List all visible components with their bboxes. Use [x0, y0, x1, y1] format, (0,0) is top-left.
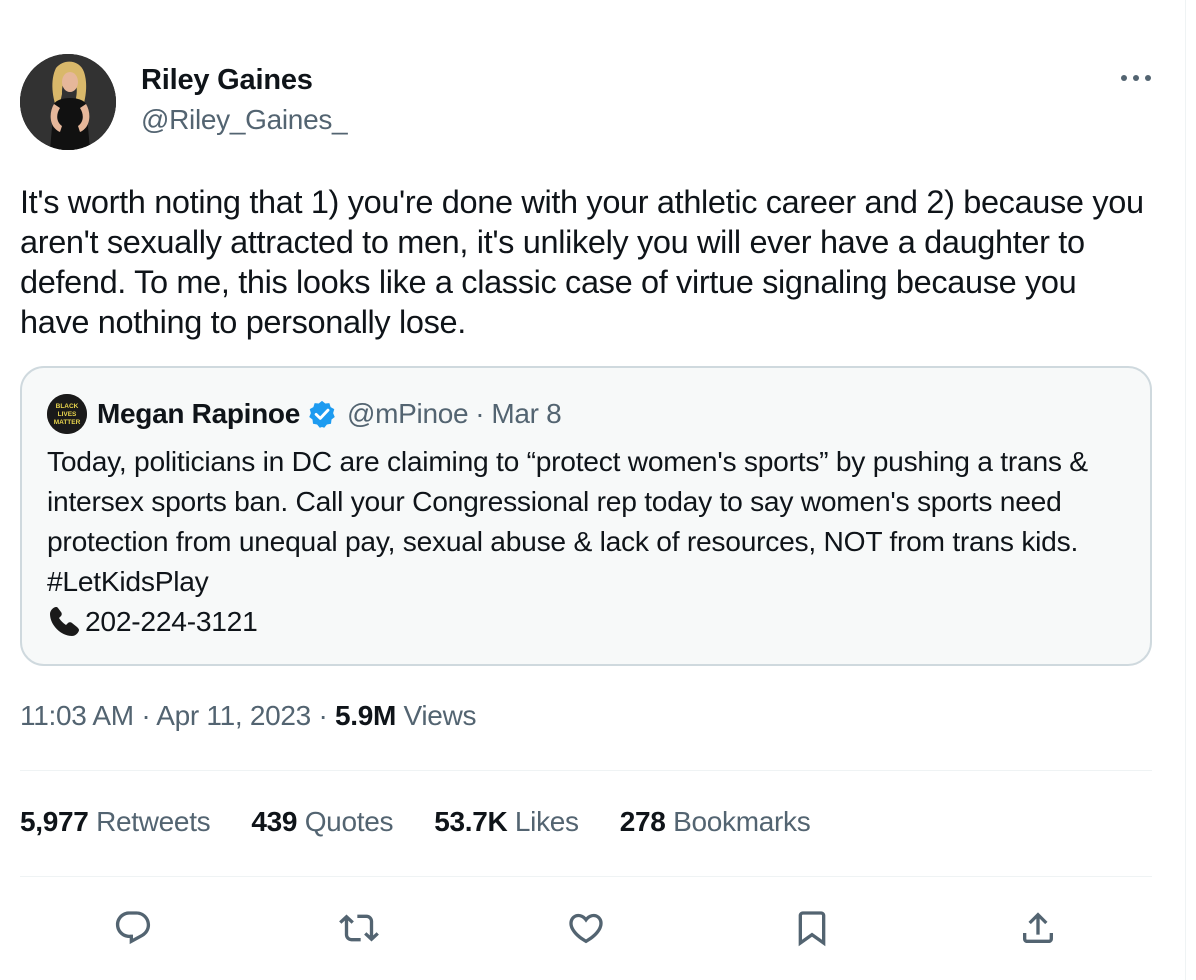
svg-text:LIVES: LIVES [58, 411, 77, 418]
bookmarks-count: 278 [619, 806, 666, 837]
author-avatar-image [20, 54, 116, 150]
meta-separator: · [318, 700, 328, 731]
engagement-stats: 5,977 Retweets 439 Quotes 53.7K Likes 27… [20, 806, 851, 838]
bookmarks-label: Bookmarks [673, 806, 811, 837]
phone-receiver-icon [50, 607, 79, 636]
quoted-tweet-card[interactable]: BLACK LIVES MATTER Megan Rapinoe @mPinoe… [20, 366, 1152, 666]
likes-stat[interactable]: 53.7K Likes [434, 806, 579, 838]
retweets-count: 5,977 [20, 806, 89, 837]
more-horizontal-icon [1121, 75, 1151, 81]
retweet-button[interactable] [331, 900, 387, 956]
tweet-actions [20, 900, 1152, 956]
reply-button[interactable] [105, 900, 161, 956]
bookmarks-stat[interactable]: 278 Bookmarks [620, 806, 811, 838]
tweet-meta: 11:03 AM · Apr 11, 2023 · 5.9M Views [20, 700, 476, 732]
retweet-icon [339, 914, 379, 942]
quoted-author-avatar[interactable]: BLACK LIVES MATTER [47, 394, 87, 434]
quoted-tweet-date[interactable]: Mar 8 [491, 398, 561, 430]
tweet-date[interactable]: Apr 11, 2023 [156, 700, 311, 731]
quoted-author-handle[interactable]: @mPinoe [347, 398, 469, 430]
quotes-label: Quotes [304, 806, 394, 837]
svg-text:MATTER: MATTER [54, 419, 81, 426]
bookmark-icon [798, 911, 826, 947]
likes-count: 53.7K [434, 806, 508, 837]
share-button[interactable] [1010, 900, 1066, 956]
author-handle[interactable]: @Riley_Gaines_ [141, 104, 348, 136]
views-label: Views [403, 700, 477, 731]
bookmark-button[interactable] [784, 900, 840, 956]
quoted-tweet-body: Today, politicians in DC are claiming to… [47, 441, 1132, 641]
author-row: Riley Gaines @Riley_Gaines_ [20, 54, 1152, 150]
quoted-header-separator: · [475, 398, 485, 429]
page-edge-divider [1185, 0, 1186, 980]
views-count: 5.9M [334, 700, 397, 731]
quoted-author-display-name[interactable]: Megan Rapinoe [97, 398, 300, 430]
quotes-count: 439 [251, 806, 298, 837]
tweet-text: It's worth noting that 1) you're done wi… [20, 184, 1144, 340]
reply-icon [115, 911, 151, 945]
divider [20, 770, 1152, 771]
author-avatar[interactable] [20, 54, 116, 150]
likes-label: Likes [514, 806, 579, 837]
tweet-time[interactable]: 11:03 AM [20, 700, 134, 731]
like-button[interactable] [558, 900, 614, 956]
svg-text:BLACK: BLACK [56, 403, 79, 410]
quotes-stat[interactable]: 439 Quotes [251, 806, 393, 838]
quoted-tweet-header: BLACK LIVES MATTER Megan Rapinoe @mPinoe… [47, 394, 562, 434]
verified-badge-icon [309, 400, 335, 428]
author-display-name[interactable]: Riley Gaines [141, 64, 313, 97]
quoted-tweet-text: Today, politicians in DC are claiming to… [47, 445, 1088, 597]
quoted-phone-number: 202-224-3121 [85, 605, 258, 637]
retweets-label: Retweets [96, 806, 211, 837]
heart-icon [569, 913, 603, 944]
divider [20, 876, 1152, 877]
retweets-stat[interactable]: 5,977 Retweets [20, 806, 211, 838]
meta-separator: · [141, 700, 151, 731]
quoted-author-avatar-image: BLACK LIVES MATTER [47, 394, 87, 434]
more-options-button[interactable] [1118, 66, 1154, 90]
share-icon [1023, 912, 1053, 943]
quoted-phone-line: 202-224-3121 [47, 601, 1132, 641]
